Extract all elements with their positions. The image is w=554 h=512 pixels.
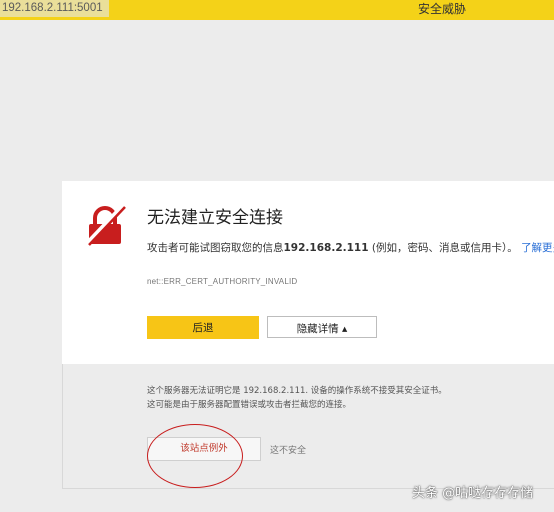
host-name: 192.168.2.111 [283, 242, 369, 254]
details-panel [62, 364, 554, 489]
error-description: 攻击者可能试图窃取您的信息192.168.2.111 (例如，密码、消息或信用卡… [147, 240, 554, 255]
desc-suffix: (例如，密码、消息或信用卡）。 [368, 242, 518, 254]
certificate-note: 这个服务器无法证明它是 192.168.2.111. 设备的操作系统不接受其安全… [147, 386, 447, 410]
address-url[interactable]: 192.168.2.111:5001 [0, 0, 109, 17]
hide-details-button[interactable]: 隐藏详情 ▴ [267, 316, 377, 338]
unsafe-label: 这不安全 [270, 446, 307, 456]
broken-lock-icon [84, 206, 126, 246]
site-exception-button[interactable]: 该站点例外 [147, 437, 261, 461]
back-button[interactable]: 后退 [147, 316, 259, 339]
watermark: 头条 @咕哒存存存储 [412, 486, 534, 501]
security-threat-label: 安全威胁 [418, 2, 467, 16]
error-code: net::ERR_CERT_AUTHORITY_INVALID [147, 277, 298, 286]
desc-prefix: 攻击者可能试图窃取您的信息 [147, 242, 284, 254]
page-title: 无法建立安全连接 [147, 208, 283, 228]
learn-more-link[interactable]: 了解更多 [521, 242, 554, 254]
